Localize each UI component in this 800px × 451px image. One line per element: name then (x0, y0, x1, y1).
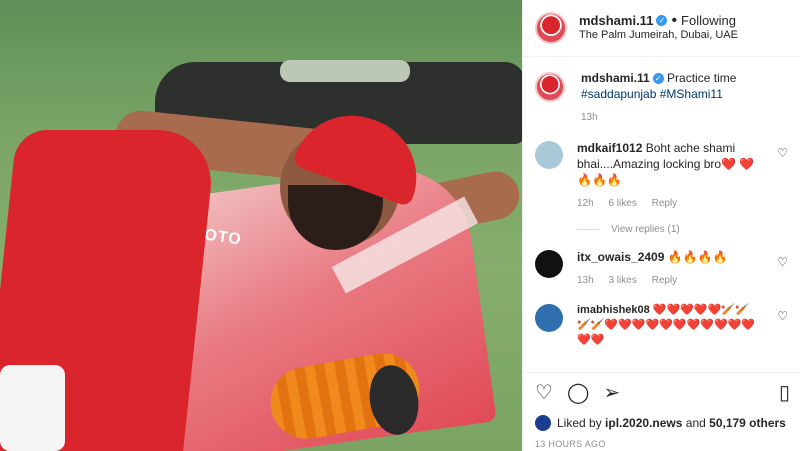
post-header: mdshami.11 ✓ • Following The Palm Jumeirah,… (523, 0, 800, 57)
username-link[interactable]: mdshami.11 (579, 13, 653, 28)
comment-username[interactable]: mdkaif1012 (577, 141, 642, 155)
liked-by-user[interactable]: ipl.2020.news (605, 416, 682, 430)
heart-icon[interactable]: ♡ (535, 383, 553, 403)
comment-time: 13h (577, 275, 594, 286)
comment-icon[interactable]: ◯ (567, 383, 589, 403)
comment-username[interactable]: itx_owais_2409 (577, 250, 664, 264)
caption-hashtags[interactable]: #saddapunjab #MShami11 (581, 87, 723, 101)
comment-item: itx_owais_2409 🔥🔥🔥🔥 13h 3 likes Reply ♡ (523, 249, 800, 289)
comment-item: imabhishek08 ❤️❤️❤️❤️❤️🏏🏏🏏🏏❤️❤️❤️❤️❤️❤️❤… (523, 303, 800, 348)
bookmark-icon[interactable]: ▯ (779, 383, 790, 403)
comment-item: mdkaif1012 Boht ache shami bhai....Amazi… (523, 140, 800, 212)
comment-avatar[interactable] (535, 141, 563, 169)
caption-text: Practice time (667, 71, 737, 85)
caption: mdshami.11 ✓ Practice time #saddapunjab #… (523, 70, 800, 126)
comment-avatar[interactable] (535, 250, 563, 278)
share-icon[interactable]: ➢ (603, 383, 620, 403)
liked-by-and: and (685, 416, 706, 430)
comment-time: 12h (577, 198, 594, 209)
post-sidebar: mdshami.11 ✓ • Following The Palm Jumeirah,… (522, 0, 800, 451)
comment-likes[interactable]: 3 likes (608, 275, 636, 286)
post-timestamp[interactable]: 13 HOURS AGO (535, 439, 790, 449)
comment-like-heart-icon[interactable]: ♡ (777, 309, 788, 323)
caption-time: 13h (581, 112, 598, 123)
liked-by-others[interactable]: 50,179 others (709, 416, 786, 430)
player-shoe (0, 365, 65, 451)
comment-avatar[interactable] (535, 304, 563, 332)
view-replies[interactable]: View replies (1) (577, 224, 800, 235)
location-link[interactable]: The Palm Jumeirah, Dubai, UAE (579, 28, 738, 43)
view-replies-label[interactable]: View replies (1) (611, 224, 680, 235)
reply-button[interactable]: Reply (652, 198, 678, 209)
caption-avatar[interactable] (535, 72, 565, 102)
likes-summary: Liked by ipl.2020.news and 50,179 others (535, 415, 790, 431)
comment-like-heart-icon[interactable]: ♡ (777, 255, 788, 269)
post-photo[interactable]: MOTO (0, 0, 522, 451)
comment-like-heart-icon[interactable]: ♡ (777, 146, 788, 160)
following-button[interactable]: Following (681, 13, 736, 28)
liker-avatar[interactable] (535, 415, 551, 431)
avatar[interactable] (535, 12, 567, 44)
verified-badge-icon: ✓ (656, 15, 668, 27)
verified-badge-icon: ✓ (652, 73, 664, 85)
reply-button[interactable]: Reply (652, 275, 678, 286)
post-actions: ♡ ◯ ➢ ▯ Liked by ipl.2020.news and 50,17… (523, 372, 800, 449)
separator-dot: • (671, 12, 678, 29)
comments-list: mdshami.11 ✓ Practice time #saddapunjab #… (523, 70, 800, 362)
kit-bag-strap (280, 60, 410, 82)
comment-username[interactable]: imabhishek08 (577, 304, 650, 316)
comment-likes[interactable]: 6 likes (608, 198, 636, 209)
replies-line (577, 229, 599, 230)
liked-by-prefix: Liked by (557, 416, 602, 430)
comment-text: 🔥🔥🔥🔥 (667, 250, 728, 264)
caption-username[interactable]: mdshami.11 (581, 71, 650, 85)
